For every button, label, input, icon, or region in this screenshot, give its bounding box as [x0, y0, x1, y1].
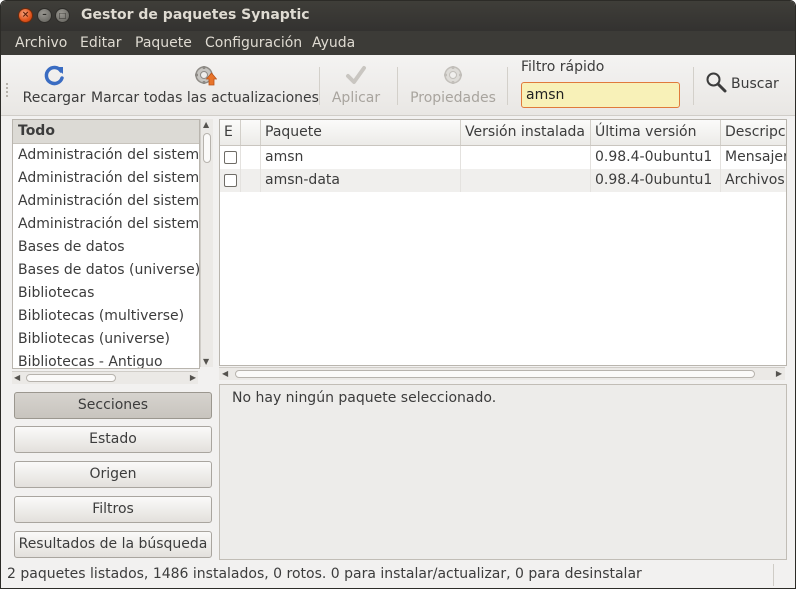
- search-label: Buscar: [731, 76, 779, 92]
- package-table: E Paquete Versión instalada Última versi…: [219, 119, 787, 366]
- scroll-right-icon[interactable]: ▶: [190, 373, 196, 382]
- checkmark-icon: [344, 63, 368, 87]
- toolbar-separator: [319, 67, 320, 105]
- toolbar-grip[interactable]: [6, 83, 11, 97]
- quick-filter-label: Filtro rápido: [521, 59, 605, 75]
- menu-bar: Archivo Editar Paquete Configuración Ayu…: [1, 31, 795, 55]
- column-state[interactable]: E: [220, 120, 241, 145]
- window-title: Gestor de paquetes Synaptic: [81, 7, 310, 23]
- package-name: amsn-data: [261, 169, 461, 192]
- scroll-up-icon[interactable]: ▲: [203, 120, 209, 129]
- section-item[interactable]: Bases de datos: [13, 236, 199, 259]
- state-cell[interactable]: [220, 169, 241, 192]
- upgrade-icon: [193, 63, 218, 87]
- search-button[interactable]: Buscar: [705, 71, 779, 97]
- search-icon: [705, 71, 727, 97]
- latest-version: 0.98.4-0ubuntu1: [591, 169, 721, 192]
- properties-label: Propiedades: [410, 90, 496, 106]
- maximize-icon[interactable]: □: [55, 8, 70, 23]
- status-text: 2 paquetes listados, 1486 instalados, 0 …: [7, 566, 642, 582]
- column-support[interactable]: [241, 120, 261, 145]
- column-description[interactable]: Descripción: [721, 120, 786, 145]
- installed-version: [461, 146, 591, 169]
- scrollbar-thumb[interactable]: [235, 370, 755, 378]
- scroll-right-icon[interactable]: ▶: [776, 369, 782, 378]
- search-results-button[interactable]: Resultados de la búsqueda: [14, 531, 212, 558]
- title-bar: × – □ Gestor de paquetes Synaptic: [1, 1, 795, 31]
- scroll-left-icon[interactable]: ◀: [222, 369, 228, 378]
- menu-paquete[interactable]: Paquete: [135, 35, 192, 51]
- status-resize-grip[interactable]: [773, 564, 774, 586]
- scrollbar-thumb[interactable]: [26, 374, 116, 382]
- scroll-down-icon[interactable]: ▼: [203, 357, 209, 366]
- section-item[interactable]: Bibliotecas (universe): [13, 328, 199, 351]
- section-item[interactable]: Administración del sistema: [13, 213, 199, 236]
- support-cell: [241, 169, 261, 192]
- quick-filter-input[interactable]: [521, 82, 680, 108]
- section-item-all[interactable]: Todo: [13, 120, 199, 144]
- sections-horizontal-scrollbar[interactable]: ◀ ▶: [12, 371, 198, 384]
- menu-ayuda[interactable]: Ayuda: [312, 35, 355, 51]
- reload-button[interactable]: Recargar: [23, 55, 85, 115]
- table-header: E Paquete Versión instalada Última versi…: [220, 120, 786, 146]
- section-item[interactable]: Bibliotecas: [13, 282, 199, 305]
- no-package-selected-text: No hay ningún paquete seleccionado.: [232, 390, 497, 406]
- section-item[interactable]: Administración del sistema: [13, 167, 199, 190]
- toolbar-separator: [507, 67, 508, 105]
- reload-icon: [42, 63, 66, 87]
- package-name: amsn: [261, 146, 461, 169]
- menu-configuracion[interactable]: Configuración: [205, 35, 302, 51]
- toolbar-separator: [693, 67, 694, 105]
- reload-label: Recargar: [22, 90, 86, 106]
- table-horizontal-scrollbar[interactable]: ◀ ▶: [219, 367, 785, 380]
- minimize-icon[interactable]: –: [37, 8, 52, 23]
- close-icon[interactable]: ×: [18, 8, 33, 23]
- section-item[interactable]: Bibliotecas (multiverse): [13, 305, 199, 328]
- package-description: Archivos de datos para amsn: [725, 172, 786, 188]
- package-description: Mensajero de MSN: [725, 149, 786, 165]
- sections-vertical-scrollbar[interactable]: ▲ ▼: [200, 119, 213, 367]
- scrollbar-thumb[interactable]: [203, 133, 211, 163]
- installed-version: [461, 169, 591, 192]
- section-item[interactable]: Bases de datos (universe): [13, 259, 199, 282]
- sections-list[interactable]: Todo Administración del sistema Administ…: [12, 119, 200, 369]
- package-checkbox[interactable]: [224, 174, 237, 187]
- custom-filters-button[interactable]: Filtros: [14, 496, 212, 523]
- mark-all-upgrades-label: Marcar todas las actualizaciones: [91, 90, 319, 106]
- apply-button[interactable]: Aplicar: [327, 55, 385, 115]
- properties-icon: [441, 63, 465, 87]
- toolbar-separator: [397, 67, 398, 105]
- table-row[interactable]: amsn 0.98.4-0ubuntu1 Mensajero de MSN: [220, 146, 786, 169]
- section-item[interactable]: Administración del sistema: [13, 190, 199, 213]
- origin-filter-button[interactable]: Origen: [14, 461, 212, 488]
- package-details-panel: No hay ningún paquete seleccionado.: [219, 384, 787, 560]
- support-cell: [241, 146, 261, 169]
- properties-button[interactable]: Propiedades: [407, 55, 499, 115]
- package-checkbox[interactable]: [224, 151, 237, 164]
- toolbar: Recargar Marcar todas las actualizacione…: [1, 55, 795, 116]
- column-package[interactable]: Paquete: [261, 120, 461, 145]
- menu-editar[interactable]: Editar: [80, 35, 121, 51]
- status-filter-button[interactable]: Estado: [14, 426, 212, 453]
- table-row[interactable]: amsn-data 0.98.4-0ubuntu1 Archivos de da…: [220, 169, 786, 192]
- column-latest-version[interactable]: Última versión: [591, 120, 721, 145]
- column-installed-version[interactable]: Versión instalada: [461, 120, 591, 145]
- synaptic-window: × – □ Gestor de paquetes Synaptic Archiv…: [0, 0, 796, 589]
- section-item[interactable]: Administración del sistema: [13, 144, 199, 167]
- state-cell[interactable]: [220, 146, 241, 169]
- mark-all-upgrades-button[interactable]: Marcar todas las actualizaciones: [91, 55, 319, 115]
- status-bar: 2 paquetes listados, 1486 instalados, 0 …: [1, 564, 795, 588]
- sections-filter-button[interactable]: Secciones: [14, 392, 212, 419]
- apply-label: Aplicar: [331, 90, 381, 106]
- menu-archivo[interactable]: Archivo: [15, 35, 67, 51]
- scroll-left-icon[interactable]: ◀: [14, 373, 20, 382]
- latest-version: 0.98.4-0ubuntu1: [591, 146, 721, 169]
- section-item[interactable]: Bibliotecas - Antiguo: [13, 351, 199, 368]
